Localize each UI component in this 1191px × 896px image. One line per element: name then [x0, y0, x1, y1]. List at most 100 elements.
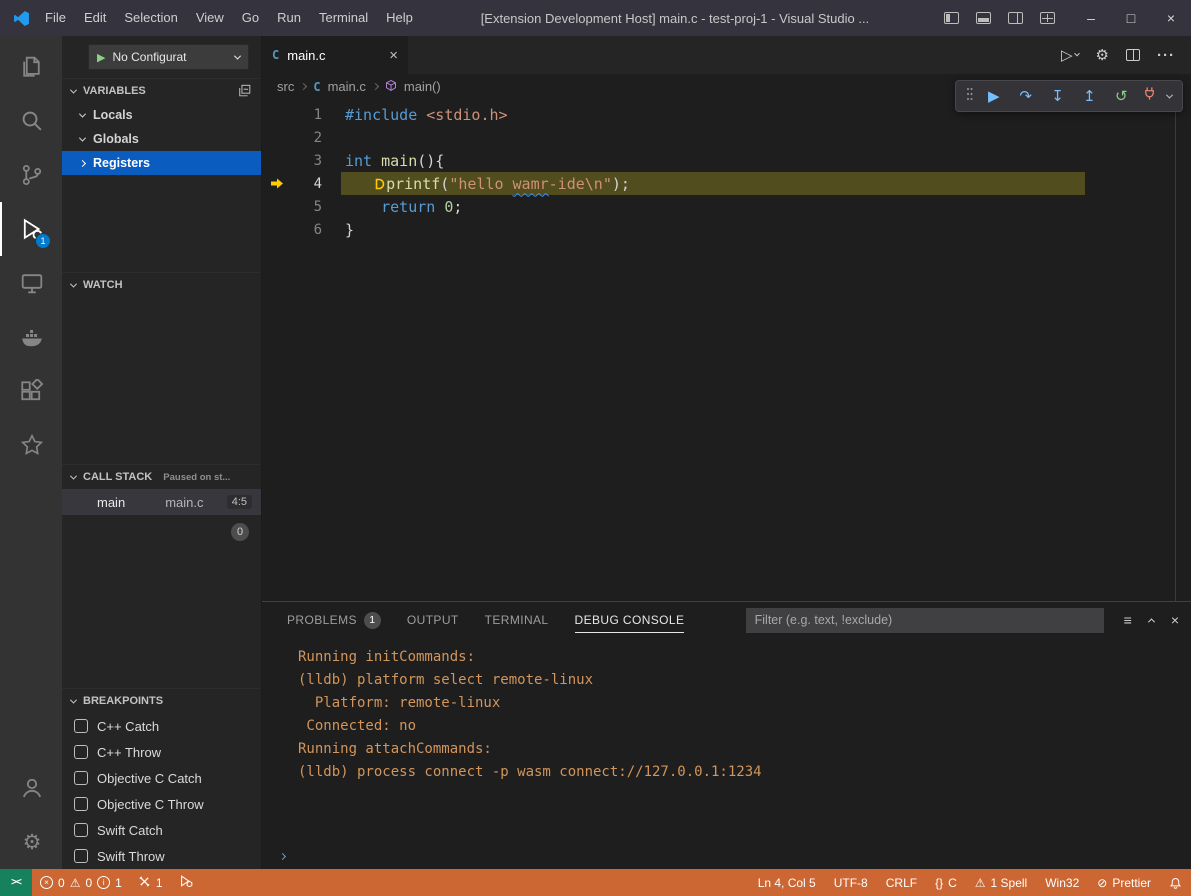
minimize-button[interactable]: –: [1071, 0, 1111, 36]
status-cursor-position[interactable]: Ln 4, Col 5: [749, 869, 825, 896]
panel-tab-problems[interactable]: PROBLEMS1: [287, 602, 381, 638]
variables-section-header[interactable]: VARIABLES: [62, 79, 261, 103]
disconnect-dropdown-icon[interactable]: [1166, 91, 1173, 98]
menu-selection[interactable]: Selection: [115, 0, 186, 36]
customize-layout-icon[interactable]: [1040, 12, 1055, 24]
status-debug[interactable]: [171, 869, 201, 896]
step-over-button[interactable]: ↷: [1015, 87, 1037, 105]
call-stack-section-header[interactable]: CALL STACK Paused on st...: [62, 465, 261, 489]
checkbox-unchecked[interactable]: [74, 719, 88, 733]
toggle-sidebar-icon[interactable]: [944, 12, 959, 24]
activity-remote-explorer[interactable]: [0, 256, 62, 310]
menu-edit[interactable]: Edit: [75, 0, 115, 36]
chevron-down-icon: [79, 110, 86, 117]
close-tab-icon[interactable]: ×: [389, 47, 398, 64]
checkbox-unchecked[interactable]: [74, 823, 88, 837]
status-platform[interactable]: Win32: [1036, 869, 1088, 896]
console-input[interactable]: [262, 843, 1191, 869]
checkbox-unchecked[interactable]: [74, 771, 88, 785]
activity-run-and-debug[interactable]: 1: [0, 202, 62, 256]
debug-console[interactable]: Running initCommands:(lldb) platform sel…: [262, 638, 1191, 869]
continue-button[interactable]: ▶: [983, 87, 1005, 105]
menu-file[interactable]: File: [36, 0, 75, 36]
menu-run[interactable]: Run: [268, 0, 310, 36]
activity-extensions[interactable]: [0, 364, 62, 418]
checkbox-unchecked[interactable]: [74, 797, 88, 811]
menu-terminal[interactable]: Terminal: [310, 0, 377, 36]
breakpoint-item[interactable]: C++ Throw: [62, 739, 261, 765]
split-editor-icon[interactable]: [1126, 49, 1140, 61]
settings-gear-icon[interactable]: ⚙: [1096, 46, 1109, 64]
panel-tab-terminal[interactable]: TERMINAL: [485, 602, 549, 638]
code-line-3[interactable]: 3int main(){: [262, 149, 1191, 172]
sidebar-run-and-debug: ▶ No Configurat VARIABLES LocalsGlobalsR…: [62, 36, 262, 869]
status-encoding[interactable]: UTF-8: [825, 869, 877, 896]
watch-section-header[interactable]: WATCH: [62, 273, 261, 297]
variables-item-registers[interactable]: Registers: [62, 151, 261, 175]
breakpoint-item[interactable]: Swift Throw: [62, 843, 261, 869]
tab-main-c[interactable]: C main.c ×: [262, 36, 408, 74]
breakpoint-item[interactable]: Objective C Throw: [62, 791, 261, 817]
step-out-button[interactable]: ↥: [1078, 87, 1100, 105]
layout-controls: [944, 12, 1055, 24]
menu-go[interactable]: Go: [233, 0, 268, 36]
activity-explorer[interactable]: [0, 40, 62, 94]
status-spell-checker[interactable]: ⚠1 Spell: [966, 869, 1036, 896]
maximize-button[interactable]: □: [1111, 0, 1151, 36]
panel-tab-debug-console[interactable]: DEBUG CONSOLE: [575, 602, 685, 638]
start-debugging-icon[interactable]: ▶: [97, 51, 105, 64]
panel-tab-output[interactable]: OUTPUT: [407, 602, 459, 638]
checkbox-unchecked[interactable]: [74, 745, 88, 759]
toggle-secondary-sidebar-icon[interactable]: [1008, 12, 1023, 24]
editor-scrollbar[interactable]: [1175, 99, 1191, 601]
settings-gear-icon[interactable]: ⚙: [0, 815, 62, 869]
disconnect-button[interactable]: [1142, 86, 1157, 106]
checkbox-unchecked[interactable]: [74, 849, 88, 863]
status-toolchain[interactable]: 1: [130, 869, 171, 896]
breakpoint-item[interactable]: Swift Catch: [62, 817, 261, 843]
activity-docker[interactable]: [0, 310, 62, 364]
step-into-button[interactable]: ↧: [1047, 87, 1069, 105]
breakpoint-item[interactable]: C++ Catch: [62, 713, 261, 739]
more-actions-icon[interactable]: ···: [1157, 47, 1175, 64]
variables-item-locals[interactable]: Locals: [62, 103, 261, 127]
toggle-panel-icon[interactable]: [976, 12, 991, 24]
menu-view[interactable]: View: [187, 0, 233, 36]
breakpoint-item[interactable]: Objective C Catch: [62, 765, 261, 791]
variables-item-globals[interactable]: Globals: [62, 127, 261, 151]
console-options-icon[interactable]: ≡: [1124, 612, 1132, 628]
drag-handle[interactable]: [966, 86, 973, 107]
remote-indicator[interactable]: ><: [0, 869, 32, 896]
code-line-4[interactable]: 4 printf("hello wamr-ide\n");: [262, 172, 1191, 195]
status-eol[interactable]: CRLF: [877, 869, 926, 896]
status-problems[interactable]: × 0 ⚠ 0 i 1: [32, 869, 130, 896]
account-icon[interactable]: [0, 761, 62, 815]
line-number: 5: [292, 199, 322, 215]
status-left: >< × 0 ⚠ 0 i 1 1: [0, 869, 201, 896]
breadcrumb-symbol[interactable]: main(): [404, 79, 441, 94]
close-button[interactable]: ×: [1151, 0, 1191, 36]
breadcrumb-file[interactable]: main.c: [328, 79, 366, 94]
status-formatter[interactable]: ⊘Prettier: [1088, 869, 1160, 896]
activity-search[interactable]: [0, 94, 62, 148]
breakpoints-section-header[interactable]: BREAKPOINTS: [62, 689, 261, 713]
restart-button[interactable]: ↺: [1110, 87, 1132, 105]
activity-favorites[interactable]: [0, 418, 62, 472]
run-file-button[interactable]: ▷: [1061, 46, 1079, 64]
maximize-panel-icon[interactable]: [1148, 618, 1155, 625]
inline-breakpoint-icon: [372, 178, 386, 190]
call-stack-frame[interactable]: mainmain.c4:5: [62, 489, 261, 515]
menu-help[interactable]: Help: [377, 0, 422, 36]
activity-source-control[interactable]: [0, 148, 62, 202]
console-filter-input[interactable]: [746, 608, 1104, 633]
status-language-mode[interactable]: {}C: [926, 869, 966, 896]
code-line-6[interactable]: 6}: [262, 218, 1191, 241]
code-line-2[interactable]: 2: [262, 126, 1191, 149]
code-area[interactable]: 1#include <stdio.h>23int main(){4 printf…: [262, 99, 1191, 601]
status-notifications[interactable]: [1160, 869, 1191, 896]
breadcrumb-src[interactable]: src: [277, 79, 294, 94]
close-panel-icon[interactable]: ×: [1171, 612, 1179, 628]
debug-config-dropdown[interactable]: ▶ No Configurat: [88, 44, 249, 70]
collapse-all-icon[interactable]: [238, 84, 252, 98]
code-line-5[interactable]: 5 return 0;: [262, 195, 1191, 218]
